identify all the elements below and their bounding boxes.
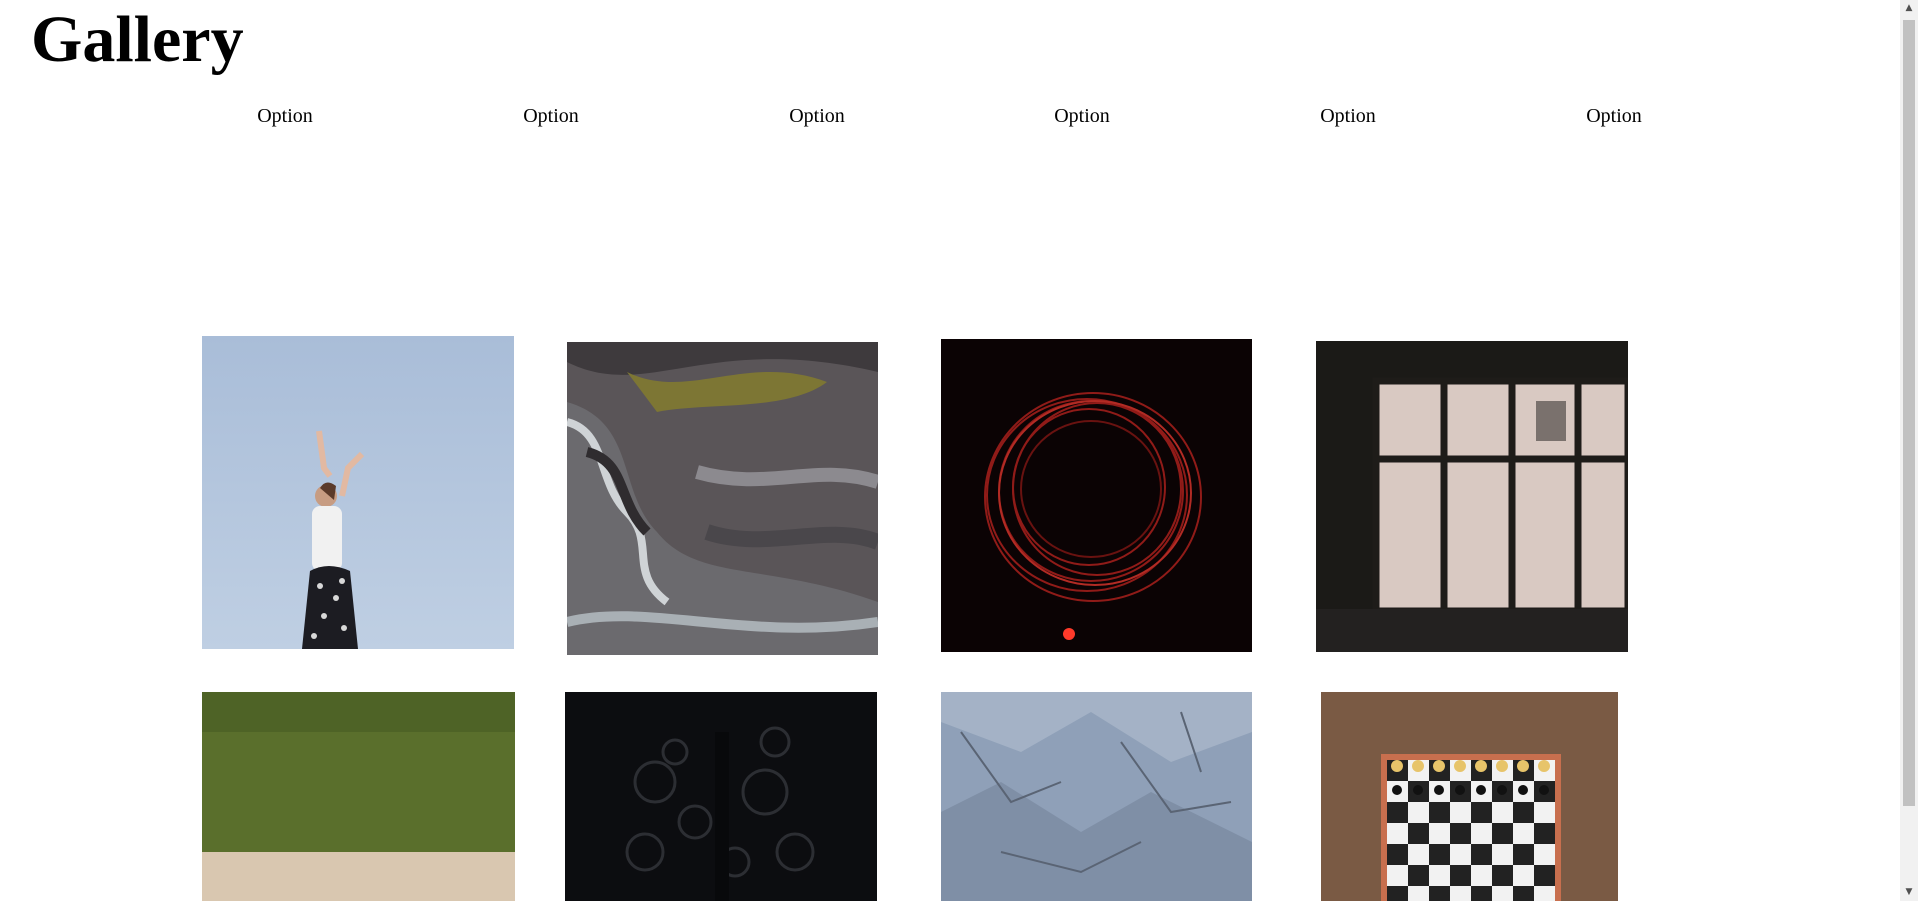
- nav-option-5[interactable]: Option: [1320, 100, 1376, 132]
- gallery-image-red-light-circle[interactable]: [941, 339, 1252, 652]
- arrow-up-icon[interactable]: ▲: [1900, 0, 1918, 17]
- gallery-image-woman-sky[interactable]: [202, 336, 514, 649]
- nav-option-6[interactable]: Option: [1586, 100, 1642, 132]
- nav-option-1[interactable]: Option: [257, 100, 313, 132]
- vertical-scrollbar[interactable]: ▲ ▼: [1900, 0, 1918, 901]
- gallery-image-grass-field[interactable]: [202, 692, 515, 901]
- arrow-down-icon[interactable]: ▼: [1900, 884, 1918, 901]
- page-title: Gallery: [31, 3, 244, 76]
- nav-option-3[interactable]: Option: [789, 100, 845, 132]
- gallery-image-dark-texture[interactable]: [565, 692, 877, 901]
- gallery-image-window[interactable]: [1316, 341, 1628, 652]
- gallery-image-chessboard[interactable]: [1321, 692, 1618, 901]
- gallery-image-marble-swirl[interactable]: [567, 342, 878, 655]
- top-nav: Option Option Option Option Option Optio…: [0, 100, 1900, 132]
- gallery-image-rock-texture[interactable]: [941, 692, 1252, 901]
- nav-option-2[interactable]: Option: [523, 100, 579, 132]
- scrollbar-thumb[interactable]: [1903, 20, 1915, 806]
- nav-option-4[interactable]: Option: [1054, 100, 1110, 132]
